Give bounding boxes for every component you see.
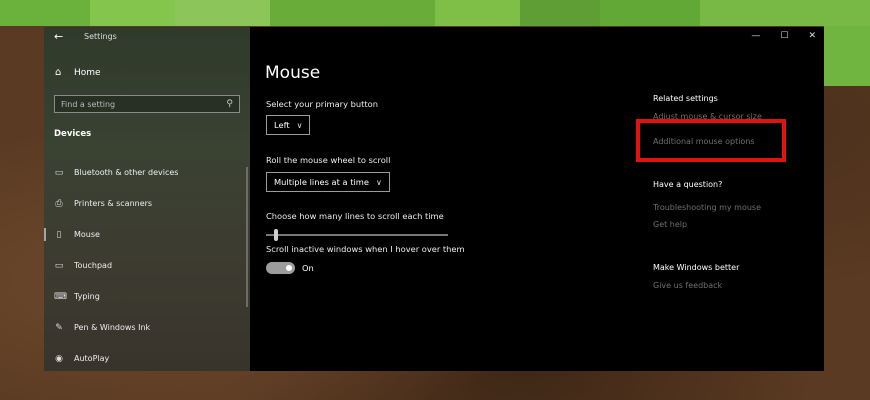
inactive-scroll-label: Scroll inactive windows when I hover ove…: [266, 244, 465, 254]
grass-block: [600, 0, 700, 26]
primary-button-value: Left: [274, 120, 290, 130]
section-heading: Devices: [54, 129, 92, 139]
bluetooth-devices-icon: ▭: [54, 167, 64, 178]
question-heading: Have a question?: [653, 180, 723, 189]
window-title: Settings: [84, 32, 117, 41]
lines-slider[interactable]: [266, 229, 448, 241]
home-label: Home: [74, 67, 101, 78]
sidebar-item-typing[interactable]: ⌨ Typing: [44, 281, 250, 312]
mouse-icon: ▯: [56, 229, 62, 240]
title-bar: ← Settings: [44, 27, 250, 49]
page-title: Mouse: [265, 63, 321, 83]
sidebar-item-pen[interactable]: ✎ Pen & Windows Ink: [44, 312, 250, 343]
window-controls: — ☐ ✕: [751, 31, 816, 41]
get-help-link[interactable]: Get help: [653, 220, 687, 229]
search-icon[interactable]: ⚲: [226, 99, 233, 109]
sidebar-item-label: Pen & Windows Ink: [74, 323, 151, 332]
troubleshooting-link[interactable]: Troubleshooting my mouse: [653, 203, 761, 212]
primary-button-select[interactable]: Left ∨: [266, 115, 311, 135]
pen-icon: ✎: [55, 322, 63, 333]
home-icon: ⌂: [55, 67, 62, 78]
slider-thumb[interactable]: [274, 229, 278, 241]
grass-block: [175, 0, 270, 26]
windows-better-heading: Make Windows better: [653, 263, 740, 272]
sidebar-scrollbar[interactable]: [246, 167, 248, 307]
home-nav-item[interactable]: ⌂ Home: [55, 67, 101, 78]
grass-block: [270, 0, 435, 26]
autoplay-icon: ◉: [55, 353, 63, 364]
sidebar-item-printers[interactable]: ⎙ Printers & scanners: [44, 188, 250, 219]
slider-track: [266, 234, 448, 236]
maximize-icon[interactable]: ☐: [780, 31, 788, 41]
minimize-icon[interactable]: —: [751, 31, 760, 41]
chevron-down-icon: ∨: [296, 120, 303, 130]
grass-block: [90, 0, 175, 26]
sidebar-item-label: Printers & scanners: [74, 199, 153, 208]
grass-block: [700, 0, 870, 26]
search-placeholder: Find a setting: [61, 99, 116, 109]
sidebar-item-label: AutoPlay: [74, 354, 110, 363]
main-content: — ☐ ✕ Mouse Select your primary button L…: [250, 27, 824, 371]
sidebar-item-label: Bluetooth & other devices: [74, 168, 179, 177]
toggle-state: On: [302, 263, 314, 273]
touchpad-icon: ▭: [54, 260, 64, 271]
primary-button-label: Select your primary button: [266, 99, 378, 109]
sidebar-item-label: Mouse: [74, 230, 100, 239]
scroll-wheel-select[interactable]: Multiple lines at a time ∨: [266, 172, 390, 192]
back-arrow-icon[interactable]: ←: [54, 30, 63, 43]
settings-window: ← Settings ⌂ Home Find a setting ⚲ Devic…: [44, 27, 824, 371]
scroll-wheel-label: Roll the mouse wheel to scroll: [266, 155, 391, 165]
search-input[interactable]: Find a setting ⚲: [54, 95, 240, 113]
scroll-wheel-value: Multiple lines at a time: [274, 177, 369, 187]
grass-block: [0, 0, 90, 26]
printer-icon: ⎙: [55, 198, 63, 209]
grass-block: [435, 0, 520, 26]
sidebar-item-bluetooth[interactable]: ▭ Bluetooth & other devices: [44, 157, 250, 188]
toggle-knob: [286, 265, 292, 271]
highlight-box: [636, 119, 786, 162]
sidebar: ← Settings ⌂ Home Find a setting ⚲ Devic…: [44, 27, 250, 371]
feedback-link[interactable]: Give us feedback: [653, 281, 722, 290]
sidebar-item-label: Touchpad: [74, 261, 113, 270]
sidebar-item-label: Typing: [74, 292, 100, 301]
sidebar-item-autoplay[interactable]: ◉ AutoPlay: [44, 343, 250, 371]
grass-block: [824, 26, 870, 86]
sidebar-item-mouse[interactable]: ▯ Mouse: [44, 219, 250, 250]
lines-slider-label: Choose how many lines to scroll each tim…: [266, 211, 444, 221]
close-icon[interactable]: ✕: [808, 31, 816, 41]
grass-block: [520, 0, 600, 26]
chevron-down-icon: ∨: [375, 177, 382, 187]
keyboard-icon: ⌨: [54, 291, 67, 302]
related-settings-heading: Related settings: [653, 94, 718, 103]
sidebar-nav: ▭ Bluetooth & other devices ⎙ Printers &…: [44, 157, 250, 371]
sidebar-item-touchpad[interactable]: ▭ Touchpad: [44, 250, 250, 281]
inactive-scroll-toggle[interactable]: [266, 262, 295, 274]
